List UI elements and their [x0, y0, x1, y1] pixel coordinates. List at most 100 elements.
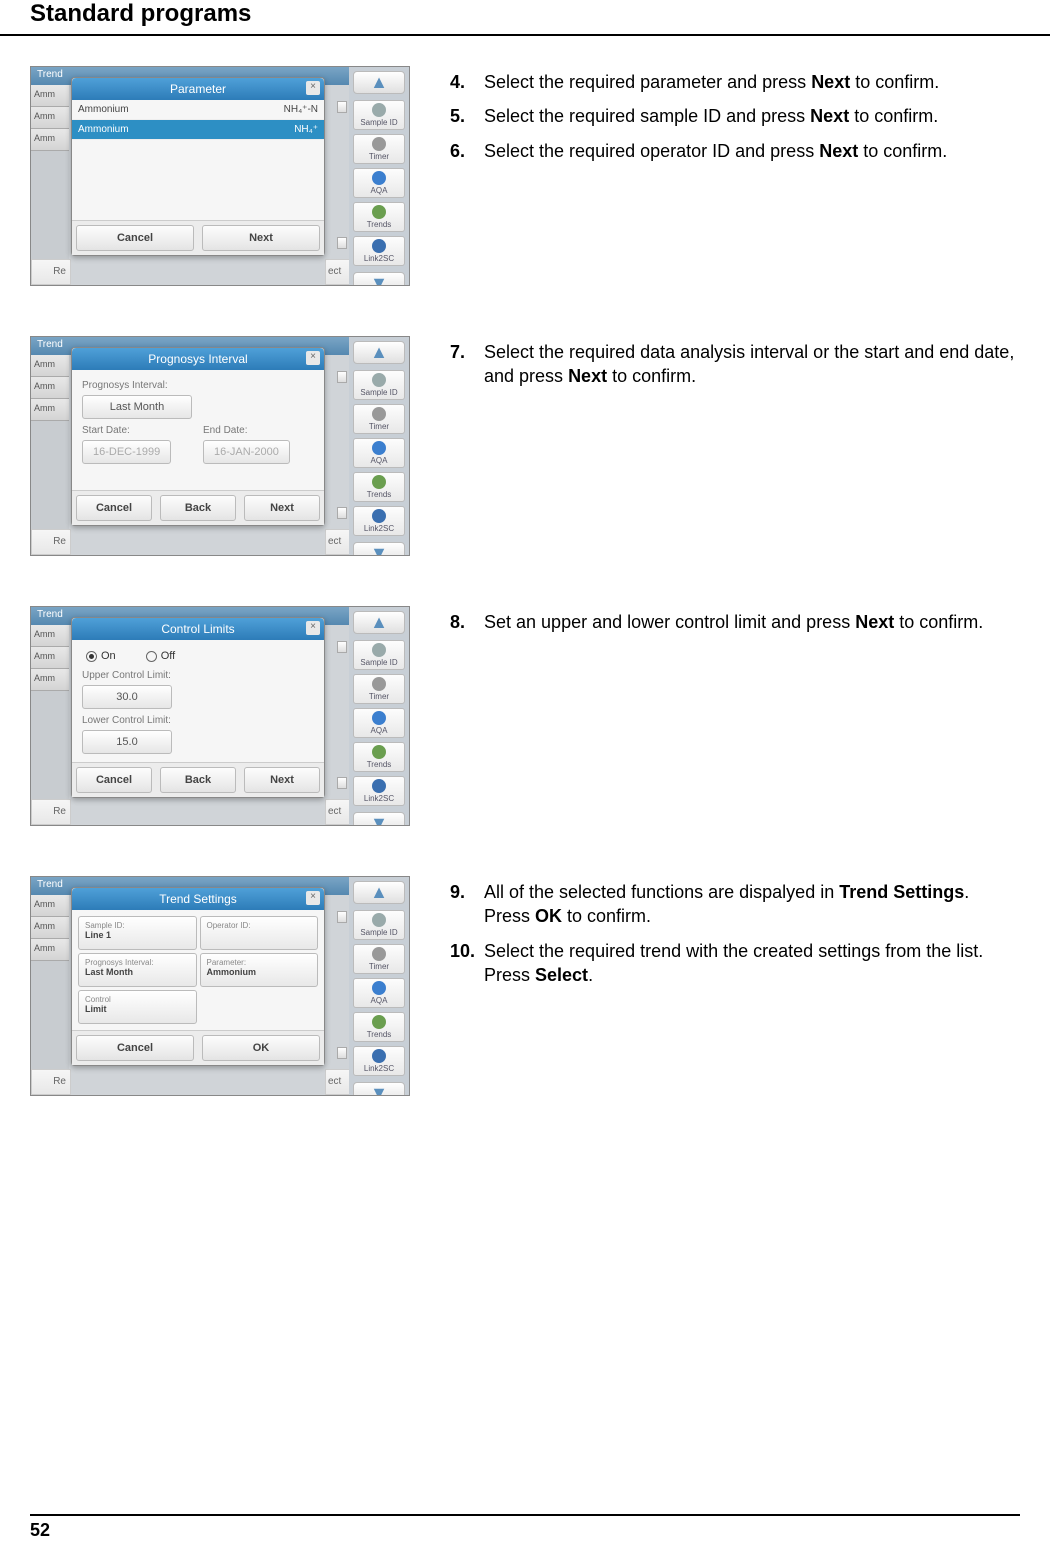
cancel-button[interactable]: Cancel: [76, 225, 194, 251]
side-icon: [372, 407, 386, 421]
back-button[interactable]: Back: [160, 767, 236, 793]
next-button[interactable]: Next: [202, 225, 320, 251]
arrow-down-icon[interactable]: ▼: [353, 542, 405, 556]
arrow-down-icon[interactable]: ▼: [353, 272, 405, 286]
arrow-up-icon[interactable]: ▲: [353, 71, 405, 94]
scroll-down-icon[interactable]: [337, 507, 347, 519]
setting-cell[interactable]: Prognosys Interval: Last Month: [78, 953, 197, 987]
side-button[interactable]: Sample ID: [353, 640, 405, 670]
bg-bottom-left: Re: [31, 529, 71, 555]
step-text: Select the required parameter and press …: [484, 70, 1020, 94]
side-button[interactable]: Trends: [353, 1012, 405, 1042]
arrow-down-icon[interactable]: ▼: [353, 812, 405, 826]
side-icon: [372, 441, 386, 455]
off-radio[interactable]: Off: [146, 650, 175, 662]
instructions: 8. Set an upper and lower control limit …: [450, 606, 1020, 826]
interval-select[interactable]: Last Month: [82, 395, 192, 419]
side-icon: [372, 947, 386, 961]
side-button[interactable]: AQA: [353, 978, 405, 1008]
cancel-button[interactable]: Cancel: [76, 767, 152, 793]
lower-limit-field[interactable]: 15.0: [82, 730, 172, 754]
side-icon: [372, 1049, 386, 1063]
end-date-field[interactable]: 16-JAN-2000: [203, 440, 290, 464]
step-number: 4.: [450, 70, 484, 94]
side-button[interactable]: Timer: [353, 674, 405, 704]
side-button[interactable]: Trends: [353, 742, 405, 772]
cancel-button[interactable]: Cancel: [76, 1035, 194, 1061]
dialog-body: Prognosys Interval: Last Month Start Dat…: [72, 370, 324, 490]
next-button[interactable]: Next: [244, 767, 320, 793]
side-button[interactable]: Sample ID: [353, 910, 405, 940]
start-date-field[interactable]: 16-DEC-1999: [82, 440, 171, 464]
side-button[interactable]: AQA: [353, 168, 405, 198]
upper-limit-field[interactable]: 30.0: [82, 685, 172, 709]
side-button[interactable]: Link2SC: [353, 776, 405, 806]
upper-limit-label: Upper Control Limit:: [82, 670, 314, 681]
scroll-down-icon[interactable]: [337, 237, 347, 249]
instructions: 7. Select the required data analysis int…: [450, 336, 1020, 556]
settings-grid: Sample ID: Line 1 Operator ID: Prognosys…: [74, 912, 322, 1028]
side-button[interactable]: Sample ID: [353, 100, 405, 130]
scroll-up-icon[interactable]: [337, 371, 347, 383]
param-name: Ammonium: [78, 104, 129, 115]
ok-button[interactable]: OK: [202, 1035, 320, 1061]
list-item[interactable]: Ammonium NH₄⁺-N: [72, 100, 324, 120]
side-button[interactable]: Timer: [353, 404, 405, 434]
bg-row: Amm: [31, 85, 69, 107]
setting-cell[interactable]: Control Limit: [78, 990, 197, 1024]
side-button[interactable]: Trends: [353, 472, 405, 502]
bg-left-col: AmmAmmAmm: [31, 895, 69, 1095]
side-button-label: AQA: [371, 456, 388, 465]
side-button-label: Sample ID: [360, 928, 397, 937]
dialog-title: Trend Settings: [159, 892, 237, 906]
setting-label: Parameter:: [207, 958, 312, 967]
on-radio[interactable]: On: [86, 650, 116, 662]
side-panel: ▲ Sample ID Timer AQA Trends Link2SC ▼: [349, 877, 409, 1095]
side-icon: [372, 981, 386, 995]
side-icon: [372, 205, 386, 219]
side-button[interactable]: Sample ID: [353, 370, 405, 400]
side-icon: [372, 779, 386, 793]
side-button[interactable]: Timer: [353, 134, 405, 164]
side-button-label: Link2SC: [364, 794, 394, 803]
arrow-up-icon[interactable]: ▲: [353, 881, 405, 904]
cancel-button[interactable]: Cancel: [76, 495, 152, 521]
side-button[interactable]: AQA: [353, 708, 405, 738]
scroll-down-icon[interactable]: [337, 1047, 347, 1059]
arrow-down-icon[interactable]: ▼: [353, 1082, 405, 1096]
bg-row: Amm: [31, 625, 69, 647]
side-button[interactable]: Timer: [353, 944, 405, 974]
side-icon: [372, 137, 386, 151]
dialog-header: Control Limits ×: [72, 618, 324, 640]
side-button[interactable]: Link2SC: [353, 1046, 405, 1076]
screenshot: Trend AmmAmmAmm Re ect ▲ Sample ID Timer…: [30, 606, 410, 826]
side-icon: [372, 475, 386, 489]
setting-label: Prognosys Interval:: [85, 958, 190, 967]
side-button[interactable]: Trends: [353, 202, 405, 232]
setting-cell[interactable]: Operator ID:: [200, 916, 319, 950]
arrow-up-icon[interactable]: ▲: [353, 341, 405, 364]
close-icon[interactable]: ×: [306, 891, 320, 905]
bg-row: Amm: [31, 647, 69, 669]
scroll-up-icon[interactable]: [337, 101, 347, 113]
side-button[interactable]: Link2SC: [353, 506, 405, 536]
setting-cell[interactable]: Sample ID: Line 1: [78, 916, 197, 950]
next-button[interactable]: Next: [244, 495, 320, 521]
back-button[interactable]: Back: [160, 495, 236, 521]
side-button[interactable]: Link2SC: [353, 236, 405, 266]
close-icon[interactable]: ×: [306, 81, 320, 95]
setting-cell[interactable]: Parameter: Ammonium: [200, 953, 319, 987]
side-button[interactable]: AQA: [353, 438, 405, 468]
bg-row: Amm: [31, 669, 69, 691]
dialog-title: Control Limits: [161, 622, 234, 636]
close-icon[interactable]: ×: [306, 351, 320, 365]
arrow-up-icon[interactable]: ▲: [353, 611, 405, 634]
dialog: Trend Settings × Sample ID: Line 1 Opera…: [71, 887, 325, 1066]
scroll-up-icon[interactable]: [337, 641, 347, 653]
setting-value: Last Month: [85, 967, 190, 977]
scroll-down-icon[interactable]: [337, 777, 347, 789]
list-item[interactable]: Ammonium NH₄⁺: [72, 120, 324, 140]
side-button-label: Sample ID: [360, 658, 397, 667]
scroll-up-icon[interactable]: [337, 911, 347, 923]
close-icon[interactable]: ×: [306, 621, 320, 635]
